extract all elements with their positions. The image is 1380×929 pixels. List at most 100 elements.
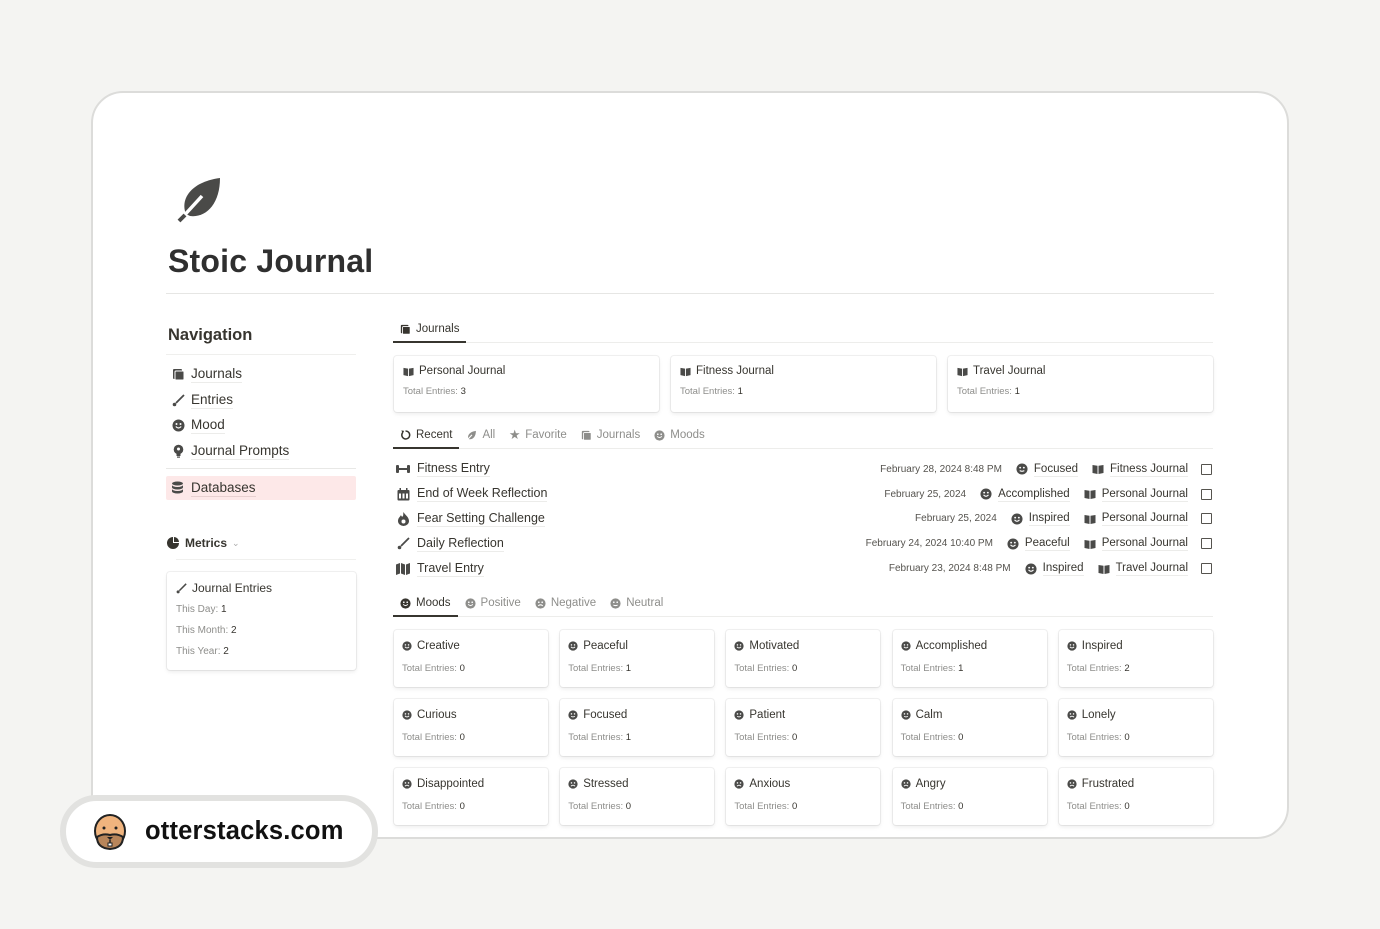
entry-title-link[interactable]: Fitness Entry (396, 461, 490, 478)
mood-card[interactable]: Curious Total Entries: 0 (394, 699, 548, 756)
card-sub-label: Total Entries: (568, 663, 626, 674)
mood-card[interactable]: Anxious Total Entries: 0 (726, 768, 881, 825)
entry-mood-link[interactable]: Focused (1016, 462, 1079, 477)
calendar-icon (396, 487, 410, 501)
mood-card[interactable]: Disappointed Total Entries: 0 (394, 768, 548, 825)
entry-journal-link[interactable]: Personal Journal (1084, 511, 1188, 527)
entry-journal-link[interactable]: Fitness Journal (1092, 462, 1188, 477)
pie-chart-icon (167, 536, 180, 550)
card-count: 0 (958, 732, 964, 743)
sad-face-icon (1067, 779, 1077, 789)
open-book-icon (1092, 463, 1104, 475)
mood-card[interactable]: Peaceful Total Entries: 1 (560, 630, 715, 687)
smiley-icon (1016, 463, 1028, 475)
card-count: 0 (459, 801, 465, 812)
mood-card[interactable]: Creative Total Entries: 0 (394, 630, 548, 687)
navigation-heading: Navigation (168, 326, 253, 344)
mood-name: Calm (915, 709, 943, 721)
sad-face-icon (402, 779, 412, 789)
entry-mood: Inspired (1042, 562, 1084, 577)
entry-mood-link[interactable]: Inspired (1011, 511, 1070, 527)
mood-card[interactable]: Focused Total Entries: 1 (560, 699, 715, 756)
favorite-checkbox[interactable] (1201, 513, 1212, 525)
entry-mood-link[interactable]: Accomplished (980, 487, 1070, 502)
mood-name: Angry (915, 778, 946, 790)
mood-card[interactable]: Calm Total Entries: 0 (892, 699, 1047, 756)
mood-card[interactable]: Patient Total Entries: 0 (726, 699, 881, 756)
tab-label: Recent (416, 429, 453, 441)
card-sub-label: Total Entries: (1066, 732, 1125, 743)
entry-mood-link[interactable]: Inspired (1025, 561, 1084, 577)
sidebar-item-entries[interactable]: Entries (166, 388, 356, 414)
sidebar-item-journals[interactable]: Journals (166, 362, 356, 388)
sidebar-item-databases[interactable]: Databases (166, 476, 356, 500)
nav-divider (166, 468, 356, 469)
mood-name: Peaceful (583, 640, 628, 652)
metrics-toggle[interactable]: Metrics ⌄ (167, 536, 240, 550)
tab-moods[interactable]: Moods (393, 590, 458, 617)
mood-card[interactable]: Accomplished Total Entries: 1 (892, 630, 1047, 687)
smiley-icon (402, 641, 412, 651)
mood-name: Curious (417, 709, 457, 721)
mood-card[interactable]: Stressed Total Entries: 0 (560, 768, 715, 825)
card-count: 0 (1124, 732, 1130, 743)
metric-value: 2 (231, 624, 237, 636)
refresh-icon (400, 430, 411, 441)
entry-title-link[interactable]: End of Week Reflection (396, 486, 548, 503)
tab-neutral[interactable]: Neutral (603, 590, 670, 616)
mood-card[interactable]: Frustrated Total Entries: 0 (1058, 768, 1213, 825)
card-sub-label: Total Entries: (402, 801, 460, 812)
entry-title: Fear Setting Challenge (417, 510, 545, 527)
tab-journals[interactable]: Journals (574, 422, 647, 448)
sidebar-item-label: Journals (191, 366, 243, 384)
page-title: Stoic Journal (168, 243, 374, 279)
smiley-icon (734, 641, 744, 651)
tab-recent[interactable]: Recent (393, 422, 460, 449)
entry-journal: Fitness Journal (1110, 462, 1188, 477)
card-count: 2 (1124, 663, 1130, 674)
card-sub-label: Total Entries: (402, 732, 460, 743)
smiley-icon (900, 641, 911, 651)
entry-journal-link[interactable]: Personal Journal (1084, 487, 1188, 502)
card-count: 0 (459, 663, 465, 674)
metric-this-month: This Month: 2 (176, 623, 347, 639)
entry-title: End of Week Reflection (417, 486, 548, 503)
journal-card-fitness[interactable]: Fitness Journal Total Entries: 1 (671, 356, 936, 412)
tab-journals[interactable]: Journals (393, 316, 467, 343)
mood-name: Stressed (583, 778, 629, 790)
entry-mood-link[interactable]: Peaceful (1007, 536, 1070, 552)
tab-negative[interactable]: Negative (528, 590, 603, 616)
mood-card[interactable]: Lonely Total Entries: 0 (1058, 699, 1213, 756)
entry-row: Fitness Entry February 28, 2024 8:48 PM Fo… (396, 457, 1212, 482)
entry-title-link[interactable]: Daily Reflection (396, 536, 504, 552)
tab-all[interactable]: All (459, 422, 502, 448)
brush-icon (396, 537, 410, 550)
neutral-face-icon (610, 597, 621, 609)
mood-card[interactable]: Inspired Total Entries: 2 (1058, 630, 1213, 687)
tab-favorite[interactable]: ★ Favorite (502, 422, 574, 448)
card-sub-label: Total Entries: (1066, 663, 1125, 674)
entry-title-link[interactable]: Fear Setting Challenge (396, 511, 545, 527)
mood-card[interactable]: Motivated Total Entries: 0 (726, 630, 881, 687)
nav-divider (166, 354, 356, 355)
tab-moods[interactable]: Moods (647, 422, 712, 448)
journal-card-title: Fitness Journal (696, 365, 774, 377)
smiley-icon (568, 641, 578, 651)
tab-positive[interactable]: Positive (458, 590, 528, 616)
mood-card[interactable]: Angry Total Entries: 0 (892, 768, 1047, 825)
journal-card-travel[interactable]: Travel Journal Total Entries: 1 (948, 356, 1213, 412)
journal-card-personal[interactable]: Personal Journal Total Entries: 3 (394, 356, 659, 412)
card-count: 1 (958, 663, 964, 674)
favorite-checkbox[interactable] (1201, 538, 1212, 550)
brush-icon (176, 582, 187, 594)
sidebar-item-mood[interactable]: Mood (166, 413, 356, 439)
entry-title-link[interactable]: Travel Entry (396, 561, 484, 577)
entry-journal-link[interactable]: Personal Journal (1084, 536, 1188, 552)
smiley-icon (980, 488, 992, 500)
favorite-checkbox[interactable] (1201, 463, 1212, 475)
favorite-checkbox[interactable] (1201, 563, 1212, 575)
entry-journal-link[interactable]: Travel Journal (1098, 561, 1188, 577)
sidebar-item-journal-prompts[interactable]: Journal Prompts (166, 439, 356, 465)
favorite-checkbox[interactable] (1201, 488, 1212, 500)
entry-journal: Travel Journal (1115, 562, 1188, 577)
